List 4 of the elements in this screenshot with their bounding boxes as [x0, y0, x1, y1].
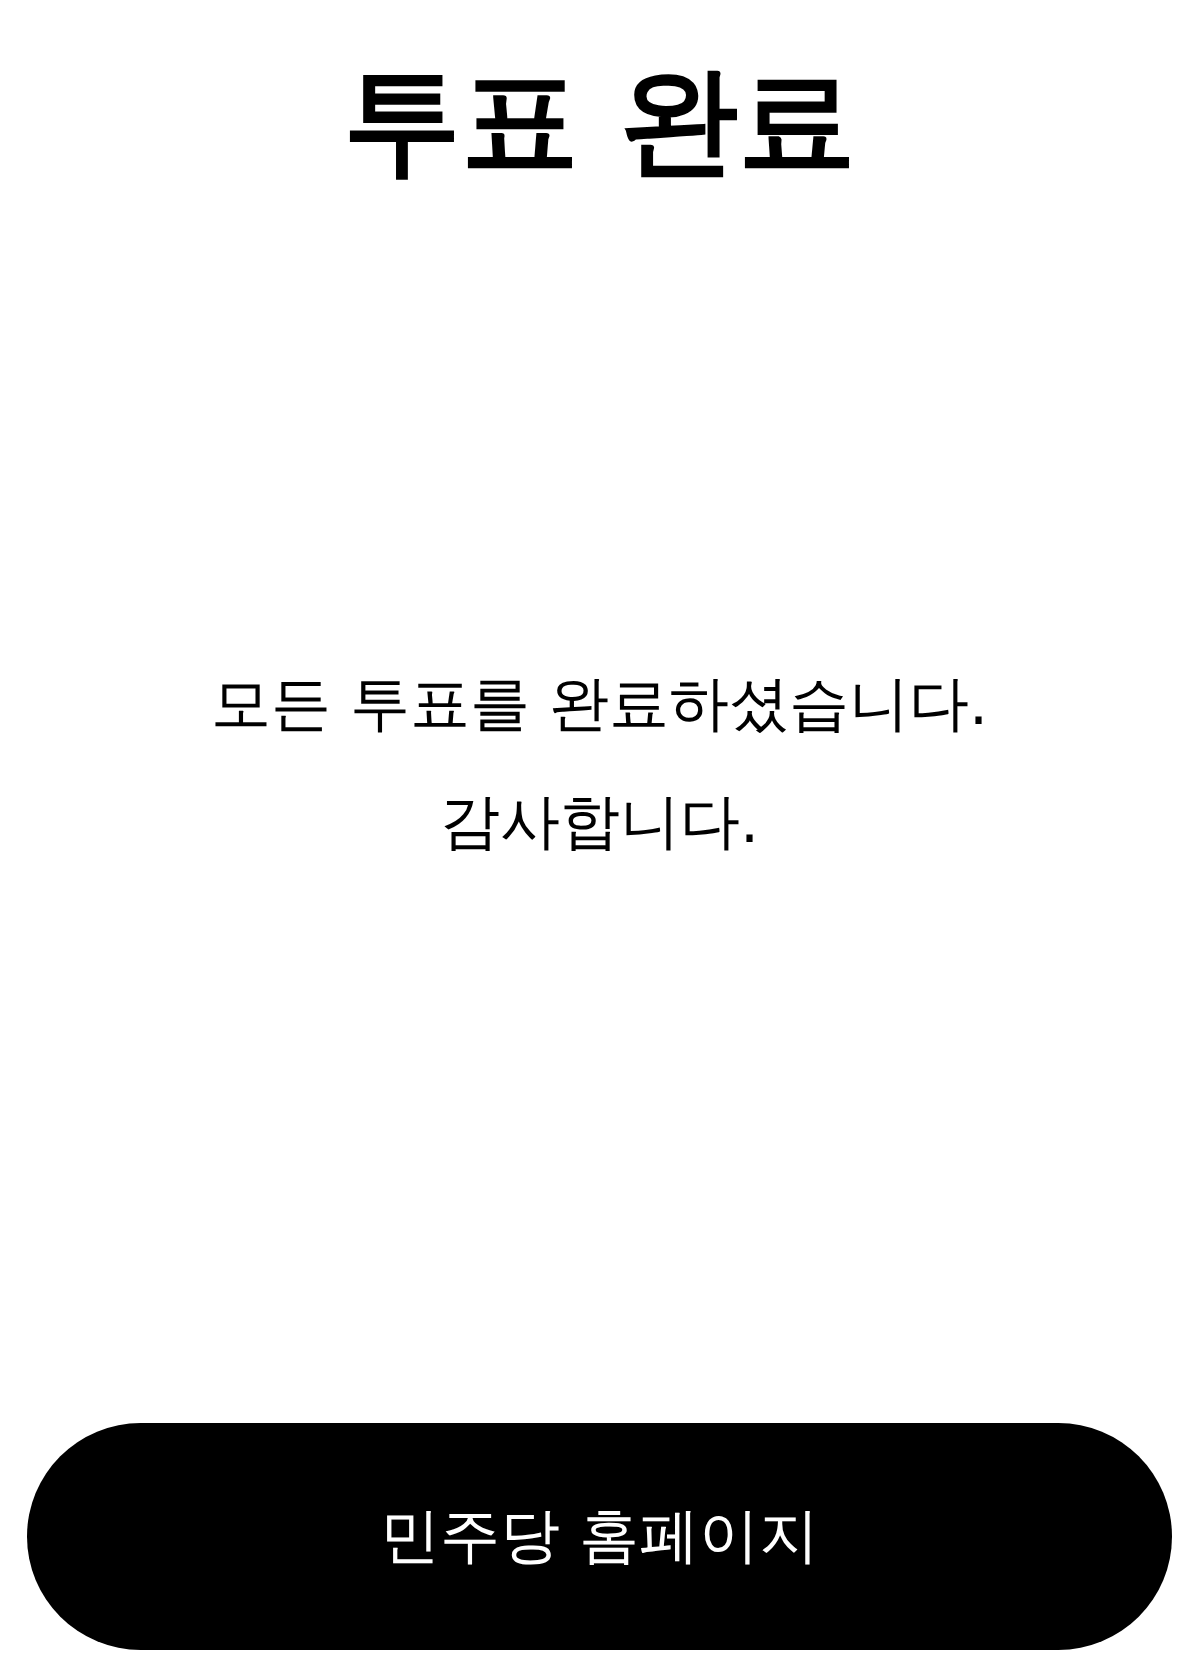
- message-text: 모든 투표를 완료하셨습니다.: [210, 667, 989, 741]
- homepage-button[interactable]: 민주당 홈페이지: [27, 1423, 1172, 1650]
- message-text: 감사합니다.: [439, 785, 760, 859]
- page-title: 투표 완료: [342, 50, 857, 191]
